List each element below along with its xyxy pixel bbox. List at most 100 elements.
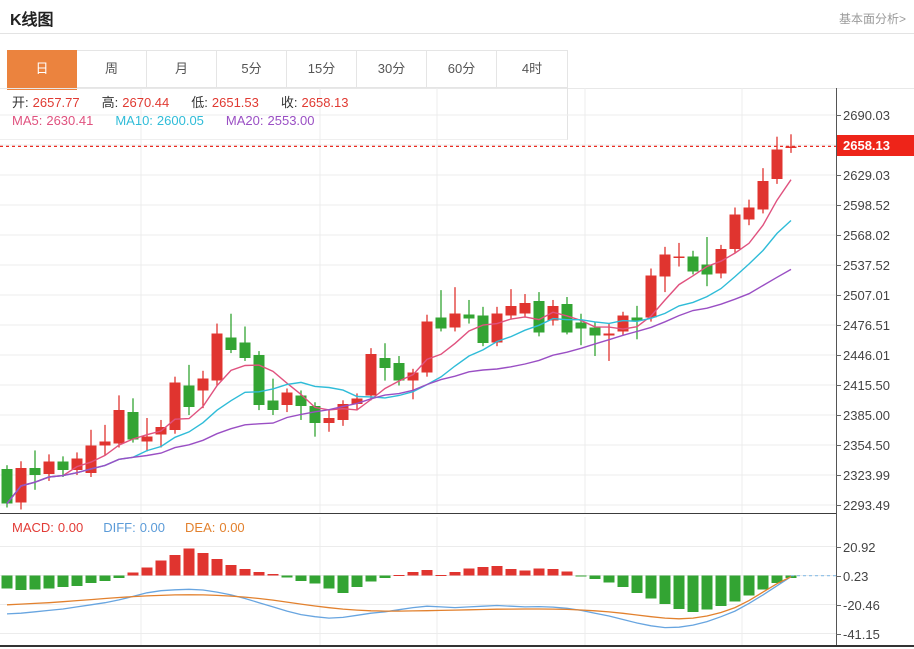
macd-hist-bar — [254, 572, 265, 576]
macd-chart-canvas[interactable] — [0, 517, 836, 645]
macd-hist-bar — [100, 576, 111, 581]
price-tick-label: 2415.50 — [843, 378, 890, 393]
candle[interactable] — [366, 354, 377, 395]
candle[interactable] — [604, 333, 615, 335]
macd-hist-bar — [240, 569, 251, 576]
candle[interactable] — [576, 323, 587, 329]
candle[interactable] — [590, 327, 601, 335]
macd-hist-bar — [44, 576, 55, 589]
candle[interactable] — [100, 442, 111, 446]
candle[interactable] — [436, 318, 447, 329]
candle[interactable] — [562, 304, 573, 333]
price-tick-dash — [836, 325, 841, 326]
tab-4hour[interactable]: 4时 — [497, 51, 567, 87]
price-tick-label: 2354.50 — [843, 438, 890, 453]
tab-month[interactable]: 月 — [147, 51, 217, 87]
candle[interactable] — [772, 149, 783, 179]
macd-hist-bar — [128, 573, 139, 576]
candle[interactable] — [44, 461, 55, 474]
macd-hist-bar — [184, 549, 195, 576]
tab-60min[interactable]: 60分 — [427, 51, 497, 87]
candle[interactable] — [660, 255, 671, 277]
ma-line-ma5 — [7, 180, 791, 504]
macd-hist-bar — [422, 570, 433, 576]
candle[interactable] — [506, 306, 517, 316]
legend-item: MA5:2630.41 — [12, 113, 97, 128]
candle[interactable] — [520, 303, 531, 314]
candle[interactable] — [268, 400, 279, 410]
macd-hist-bar — [86, 576, 97, 583]
candle[interactable] — [282, 392, 293, 405]
macd-hist-bar — [534, 568, 545, 575]
legend-item: MACD:0.00 — [12, 520, 87, 535]
macd-hist-bar — [114, 576, 125, 578]
candle[interactable] — [212, 333, 223, 380]
tab-5min[interactable]: 5分 — [217, 51, 287, 87]
candle[interactable] — [226, 337, 237, 350]
macd-hist-bar — [702, 576, 713, 610]
candle[interactable] — [744, 208, 755, 220]
current-price-badge: 2658.13 — [837, 135, 914, 156]
price-tick-label: 2507.01 — [843, 288, 890, 303]
candle[interactable] — [184, 386, 195, 408]
macd-hist-bar — [520, 570, 531, 575]
dea-line — [7, 577, 791, 619]
legend-item: 低:2651.53 — [191, 95, 263, 110]
price-tick-label: 2537.52 — [843, 258, 890, 273]
candle[interactable] — [730, 214, 741, 248]
candle[interactable] — [450, 314, 461, 328]
price-tick-dash — [836, 385, 841, 386]
price-axis-line — [836, 88, 837, 645]
macd-hist-bar — [562, 572, 573, 576]
candle[interactable] — [380, 358, 391, 368]
candle[interactable] — [114, 410, 125, 443]
candle[interactable] — [142, 437, 153, 442]
fundamental-analysis-link[interactable]: 基本面分析> — [839, 10, 906, 27]
candle[interactable] — [464, 315, 475, 319]
macd-hist-bar — [142, 568, 153, 576]
price-tick-dash — [836, 115, 841, 116]
price-tick-dash — [836, 175, 841, 176]
legend-item: 高:2670.44 — [102, 95, 174, 110]
candle[interactable] — [674, 257, 685, 259]
price-tick-label: 2293.49 — [843, 498, 890, 513]
candle[interactable] — [394, 363, 405, 381]
candle[interactable] — [478, 316, 489, 344]
macd-hist-bar — [170, 555, 181, 576]
candle[interactable] — [58, 461, 69, 470]
candle[interactable] — [30, 468, 41, 475]
candle[interactable] — [688, 257, 699, 272]
kline-page: K线图 基本面分析> 日周月5分15分30分60分4时 开:2657.77高:2… — [0, 0, 914, 649]
candle[interactable] — [198, 379, 209, 391]
macd-hist-bar — [576, 576, 587, 577]
ma-line-ma20 — [7, 269, 791, 503]
kline-chart-canvas[interactable] — [0, 88, 836, 513]
candle[interactable] — [128, 412, 139, 440]
candle[interactable] — [534, 301, 545, 332]
macd-hist-bar — [380, 576, 391, 578]
tab-30min[interactable]: 30分 — [357, 51, 427, 87]
price-tick-dash — [836, 235, 841, 236]
price-tick-dash — [836, 445, 841, 446]
price-tick-label: 2629.03 — [843, 168, 890, 183]
macd-hist-bar — [646, 576, 657, 599]
macd-hist-bar — [492, 566, 503, 575]
legend-item: MA20:2553.00 — [226, 113, 319, 128]
legend-item: DIFF:0.00 — [103, 520, 169, 535]
candle[interactable] — [492, 314, 503, 343]
candle[interactable] — [240, 342, 251, 358]
macd-hist-bar — [310, 576, 321, 584]
candle[interactable] — [254, 355, 265, 405]
macd-hist-bar — [674, 576, 685, 609]
tab-day[interactable]: 日 — [7, 50, 77, 90]
tab-week[interactable]: 周 — [77, 51, 147, 87]
candle[interactable] — [324, 418, 335, 423]
macd-hist-bar — [758, 576, 769, 590]
price-tick-label: 2598.52 — [843, 198, 890, 213]
candle[interactable] — [296, 395, 307, 406]
macd-hist-bar — [618, 576, 629, 588]
tab-15min[interactable]: 15分 — [287, 51, 357, 87]
candle[interactable] — [758, 181, 769, 210]
candle[interactable] — [422, 322, 433, 373]
macd-tick-label: 20.92 — [843, 540, 876, 555]
